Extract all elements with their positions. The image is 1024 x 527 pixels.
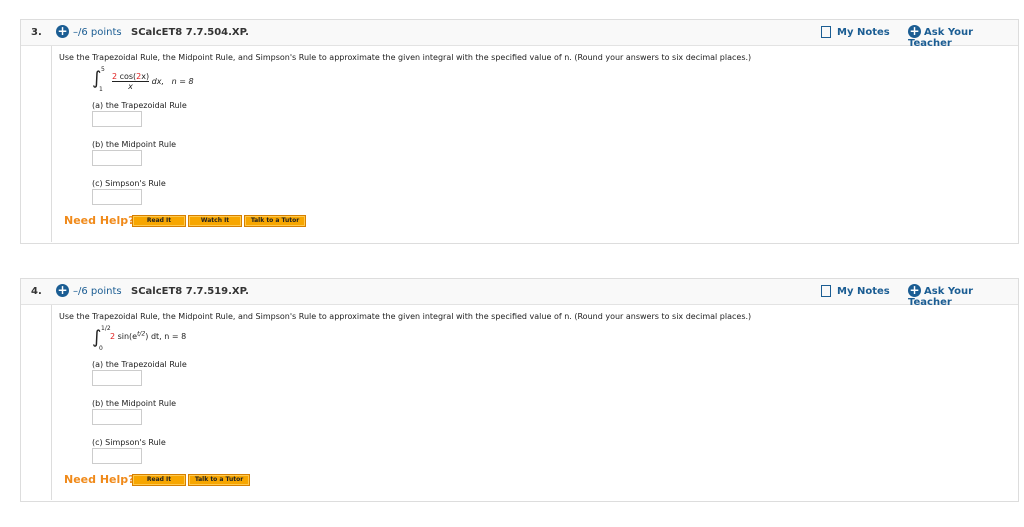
n-value: n = 8 [171, 77, 194, 86]
part-c-label: (c) Simpson's Rule [92, 438, 166, 447]
part-c-label: (c) Simpson's Rule [92, 179, 166, 188]
question-body: Use the Trapezoidal Rule, the Midpoint R… [51, 305, 1018, 500]
question-header: 3. + –/6 points SCalcET8 7.7.504.XP. My … [21, 20, 1018, 49]
num-end: x) [141, 72, 150, 81]
my-notes-link[interactable]: My Notes [837, 286, 890, 297]
denominator: x [128, 82, 133, 91]
upper-limit: 1/2 [101, 325, 111, 332]
part-b-input[interactable] [92, 150, 142, 166]
part-c-input[interactable] [92, 448, 142, 464]
integrand-close: ) dt, n = 8 [145, 332, 187, 341]
need-help-label: Need Help? [64, 473, 135, 486]
part-a-label: (a) the Trapezoidal Rule [92, 360, 187, 369]
integral-expression: ∫ 1/2 0 2 sin(et/2) dt, n = 8 [92, 325, 187, 352]
question-code: SCalcET8 7.7.504.XP. [131, 27, 249, 38]
plus-icon: + [908, 283, 921, 297]
expand-plus-icon[interactable]: + [56, 284, 69, 297]
notes-icon[interactable] [821, 285, 831, 297]
points: –/6 points [73, 286, 122, 297]
integral-expression: ∫ 5 1 2 cos(2x) x dx, n = 8 [92, 66, 194, 93]
differential: dx, [151, 77, 165, 86]
part-a-input[interactable] [92, 370, 142, 386]
notes-icon[interactable] [821, 26, 831, 38]
question-header: 4. + –/6 points SCalcET8 7.7.519.XP. My … [21, 279, 1018, 308]
question-prompt: Use the Trapezoidal Rule, the Midpoint R… [59, 312, 752, 321]
watch-it-button[interactable]: Watch It [188, 215, 242, 227]
read-it-button[interactable]: Read It [132, 474, 186, 486]
lower-limit: 1 [99, 86, 103, 93]
plus-icon: + [908, 24, 921, 38]
part-b-label: (b) the Midpoint Rule [92, 399, 177, 408]
num-mid: cos( [117, 72, 137, 81]
integrand-body: sin(e [115, 332, 138, 341]
talk-to-tutor-button[interactable]: Talk to a Tutor [244, 215, 306, 227]
read-it-button[interactable]: Read It [132, 215, 186, 227]
talk-to-tutor-button[interactable]: Talk to a Tutor [188, 474, 250, 486]
question-number: 4. [31, 286, 42, 297]
question-number: 3. [31, 27, 42, 38]
question-4: 4. + –/6 points SCalcET8 7.7.519.XP. My … [20, 278, 1019, 502]
part-b-input[interactable] [92, 409, 142, 425]
question-code: SCalcET8 7.7.519.XP. [131, 286, 249, 297]
part-a-label: (a) the Trapezoidal Rule [92, 101, 187, 110]
lower-limit: 0 [99, 345, 103, 352]
my-notes-link[interactable]: My Notes [837, 27, 890, 38]
part-a-input[interactable] [92, 111, 142, 127]
question-3: 3. + –/6 points SCalcET8 7.7.504.XP. My … [20, 19, 1019, 244]
part-b-label: (b) the Midpoint Rule [92, 140, 177, 149]
expand-plus-icon[interactable]: + [56, 25, 69, 38]
points: –/6 points [73, 27, 122, 38]
question-body: Use the Trapezoidal Rule, the Midpoint R… [51, 46, 1018, 242]
question-prompt: Use the Trapezoidal Rule, the Midpoint R… [59, 53, 752, 62]
upper-limit: 5 [101, 66, 105, 73]
need-help-label: Need Help? [64, 214, 135, 227]
part-c-input[interactable] [92, 189, 142, 205]
